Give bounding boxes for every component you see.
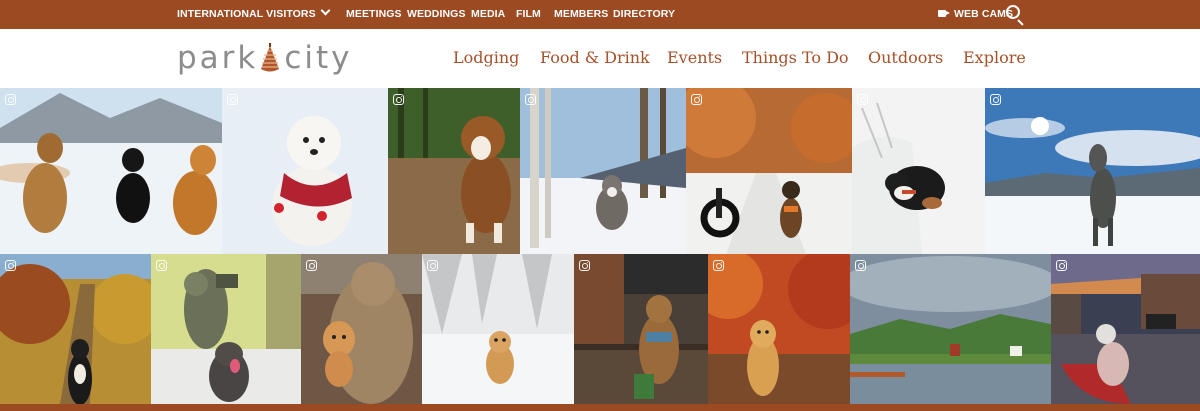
search-icon[interactable] [1006,5,1026,26]
instagram-icon [5,260,16,271]
instagram-icon [525,94,536,105]
photo-tile[interactable] [852,88,985,254]
meetings-link[interactable]: MEETINGS [346,0,402,29]
pinecone-logo-icon [261,43,280,72]
photo-tile[interactable] [708,254,850,404]
dog-photo [708,254,850,404]
instagram-icon [306,260,317,271]
dog-photo [574,254,708,404]
photo-tile[interactable] [850,254,1051,404]
instagram-icon [5,94,16,105]
dog-photo [0,254,151,404]
dog-photo [222,88,388,254]
nav-events[interactable]: Events [667,29,722,88]
dog-photo [0,88,222,254]
media-link[interactable]: MEDIA [471,0,505,29]
instagram-icon [857,94,868,105]
international-visitors-menu[interactable]: INTERNATIONAL VISITORS [177,0,331,29]
photo-tile[interactable] [222,88,388,254]
dog-photo [852,88,985,254]
members-link[interactable]: MEMBERS [554,0,608,29]
instagram-icon [393,94,404,105]
instagram-icon [1056,260,1067,271]
camera-icon [938,10,950,17]
instagram-icon [691,94,702,105]
nav-outdoors[interactable]: Outdoors [868,29,943,88]
dog-photo [985,88,1200,254]
dog-photo [151,254,301,404]
dog-photo [422,254,574,404]
dog-photo [388,88,520,254]
photo-tile[interactable] [574,254,708,404]
photo-tile[interactable] [686,88,852,254]
film-link[interactable]: FILM [516,0,541,29]
dog-photo [301,254,422,404]
nav-explore[interactable]: Explore [963,29,1026,88]
instagram-icon [855,260,866,271]
dog-photo [520,88,686,254]
photo-tile[interactable] [985,88,1200,254]
instagram-icon [579,260,590,271]
webcams-link[interactable]: WEB CAMS [938,0,1013,29]
nav-lodging[interactable]: Lodging [453,29,519,88]
dog-photo [1051,254,1200,404]
main-header: park city Lodging Food & Drink Events Th… [0,29,1200,88]
instagram-icon [713,260,724,271]
weddings-link[interactable]: WEDDINGS [407,0,466,29]
instagram-icon [227,94,238,105]
photo-tile[interactable] [1051,254,1200,404]
photo-tile[interactable] [0,254,151,404]
logo-text-city: city [284,40,353,76]
nav-things-to-do[interactable]: Things To Do [742,29,849,88]
dog-photo [686,88,852,254]
photo-tile[interactable] [388,88,520,254]
logo-text-park: park [177,40,259,76]
landscape-photo [850,254,1051,404]
utility-bar: INTERNATIONAL VISITORS MEETINGS WEDDINGS… [0,0,1200,29]
international-visitors-label: INTERNATIONAL VISITORS [177,8,316,20]
instagram-icon [427,260,438,271]
directory-link[interactable]: DIRECTORY [613,0,675,29]
instagram-icon [990,94,1001,105]
nav-food-drink[interactable]: Food & Drink [540,29,650,88]
chevron-down-icon [320,5,331,16]
instagram-photo-grid [0,88,1200,404]
park-city-logo[interactable]: park city [177,41,353,75]
instagram-icon [156,260,167,271]
photo-tile[interactable] [151,254,301,404]
photo-tile[interactable] [301,254,422,404]
bottom-brand-bar [0,404,1200,411]
photo-tile[interactable] [422,254,574,404]
webcams-label: WEB CAMS [954,8,1014,20]
photo-tile[interactable] [0,88,222,254]
photo-tile[interactable] [520,88,686,254]
